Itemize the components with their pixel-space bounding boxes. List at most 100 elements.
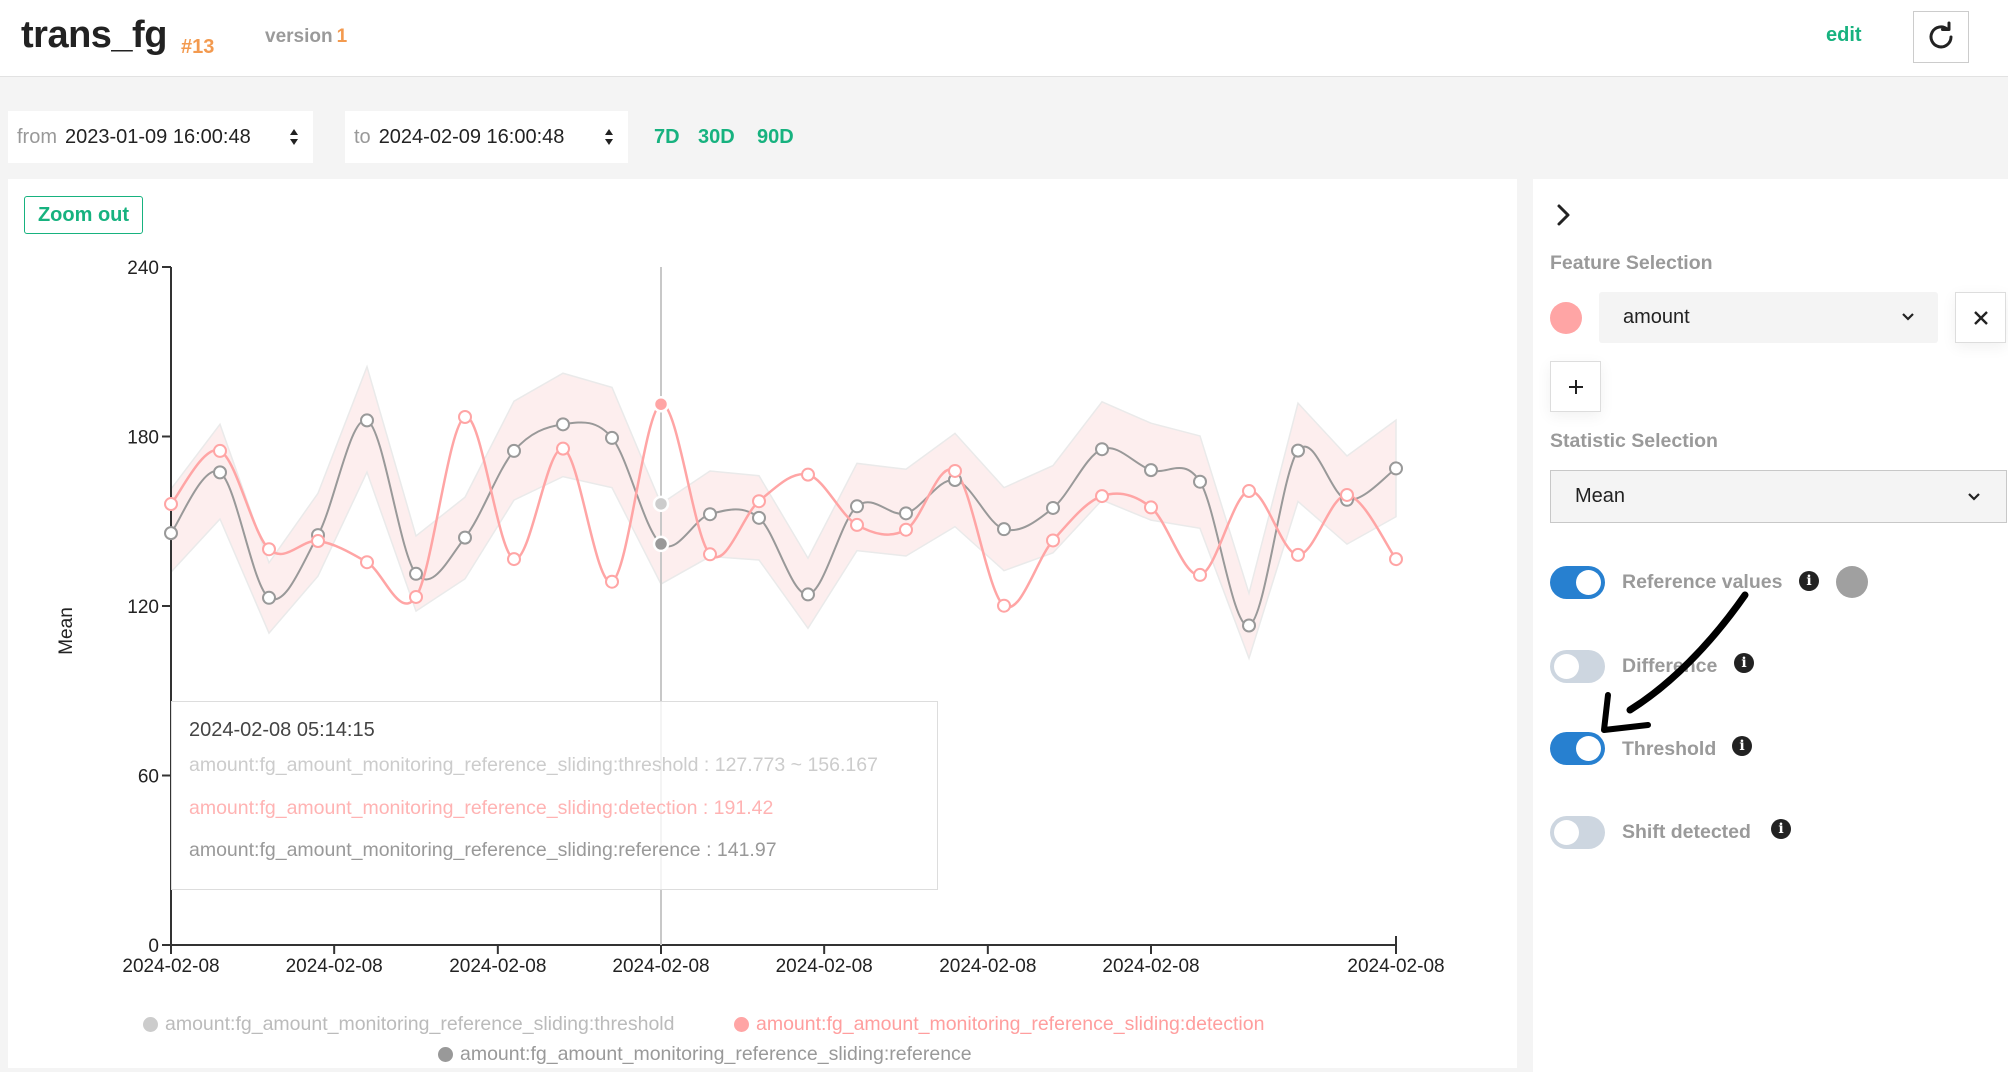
detection-point[interactable] [1291,547,1305,562]
difference-label: Difference [1622,655,1718,677]
y-tick-label: 240 [127,258,159,279]
detection-point[interactable] [801,467,815,482]
feature-color-dot[interactable] [1550,302,1582,334]
detection-point[interactable] [213,443,227,458]
detection-point[interactable] [703,547,717,562]
reference-point[interactable] [1144,463,1158,478]
reference-color-dot[interactable] [1836,566,1868,598]
reference-point[interactable] [997,522,1011,537]
detection-point[interactable] [458,410,472,425]
tooltip-reference-row: amount:fg_amount_monitoring_reference_sl… [189,839,777,861]
tooltip-threshold-row: amount:fg_amount_monitoring_reference_sl… [189,754,878,776]
reference-point[interactable] [409,566,423,581]
reference-point[interactable] [1242,618,1256,633]
detection-point[interactable] [556,441,570,456]
edit-link[interactable]: edit [1826,24,1862,47]
reference-point[interactable] [262,590,276,605]
feature-select-value: amount [1623,306,1690,328]
reference-point[interactable] [1193,474,1207,489]
info-icon[interactable]: i [1732,736,1752,756]
threshold-hover-point[interactable] [652,495,670,513]
detection-point[interactable] [164,497,178,512]
detection-point[interactable] [1046,533,1060,548]
reference-values-toggle[interactable] [1550,566,1605,599]
detection-point[interactable] [1193,567,1207,582]
x-tick-label: 2024-02-08 [449,956,546,977]
detection-point[interactable] [262,542,276,557]
reference-point[interactable] [507,443,521,458]
add-feature-button[interactable] [1550,361,1601,412]
y-axis-label: Mean [56,607,77,655]
chevron-right-icon[interactable] [1552,200,1576,230]
detection-point[interactable] [899,522,913,537]
chevron-down-icon [1968,493,1980,501]
reference-point[interactable] [801,587,815,602]
y-tick-label: 180 [127,428,159,449]
detection-point[interactable] [360,555,374,570]
detection-point[interactable] [605,574,619,589]
detection-point[interactable] [1144,500,1158,515]
threshold-toggle[interactable] [1550,732,1605,765]
legend-dot [734,1017,749,1032]
legend-item-threshold[interactable]: amount:fg_amount_monitoring_reference_sl… [143,1013,675,1036]
statistic-select[interactable]: Mean [1550,470,2007,523]
reference-point[interactable] [1389,461,1403,476]
toggle-knob [1576,570,1601,595]
y-tick-label: 0 [148,936,159,957]
legend-dot [143,1017,158,1032]
detection-point[interactable] [1389,552,1403,567]
y-tick-label: 120 [127,597,159,618]
reference-point[interactable] [556,417,570,432]
legend-item-reference[interactable]: amount:fg_amount_monitoring_reference_sl… [438,1043,972,1066]
tooltip-detection-row: amount:fg_amount_monitoring_reference_sl… [189,797,774,819]
close-icon [1973,310,1988,325]
legend-dot [438,1047,453,1062]
x-tick-label: 2024-02-08 [1102,956,1199,977]
reference-point[interactable] [1095,442,1109,457]
reference-point[interactable] [752,510,766,525]
reference-point[interactable] [458,530,472,545]
detection-point[interactable] [997,598,1011,613]
reference-point[interactable] [899,506,913,521]
detection-point[interactable] [409,589,423,604]
toggle-knob [1554,820,1579,845]
legend-label: amount:fg_amount_monitoring_reference_sl… [165,1013,675,1035]
chart[interactable]: 0 60 120 180 240 2024-02-08 2024-02-08 2024-02-… [0,0,1520,1072]
reference-point[interactable] [164,526,178,541]
reference-point[interactable] [360,413,374,428]
legend-item-detection[interactable]: amount:fg_amount_monitoring_reference_sl… [734,1013,1264,1036]
legend-label: amount:fg_amount_monitoring_reference_sl… [460,1043,972,1065]
refresh-icon [1929,21,1953,49]
detection-point[interactable] [1242,484,1256,499]
reference-point[interactable] [1291,443,1305,458]
reference-point[interactable] [605,430,619,445]
info-icon[interactable]: i [1799,571,1819,591]
shift-detected-toggle[interactable] [1550,816,1605,849]
refresh-button[interactable] [1913,11,1969,63]
threshold-label: Threshold [1622,738,1717,760]
info-icon[interactable]: i [1771,819,1791,839]
difference-toggle[interactable] [1550,650,1605,683]
detection-point[interactable] [1095,489,1109,504]
detection-hover-point[interactable] [652,395,670,413]
feature-selection-title: Feature Selection [1550,252,1713,274]
detection-point[interactable] [311,534,325,549]
detection-point[interactable] [752,494,766,509]
toggle-knob [1554,654,1579,679]
reference-hover-point[interactable] [652,535,670,553]
detection-point[interactable] [1340,487,1354,502]
detection-point[interactable] [850,517,864,532]
reference-point[interactable] [213,465,227,480]
reference-point[interactable] [703,507,717,522]
statistic-selection-title: Statistic Selection [1550,430,1718,452]
reference-point[interactable] [850,499,864,514]
info-icon[interactable]: i [1734,653,1754,673]
feature-select[interactable]: amount [1599,292,1938,343]
remove-feature-button[interactable] [1955,292,2006,343]
detection-point[interactable] [948,463,962,478]
tooltip-date: 2024-02-08 05:14:15 [189,719,375,741]
reference-point[interactable] [1046,500,1060,515]
detection-point[interactable] [507,552,521,567]
reference-values-label: Reference values [1622,571,1783,593]
x-tick-label: 2024-02-08 [939,956,1036,977]
